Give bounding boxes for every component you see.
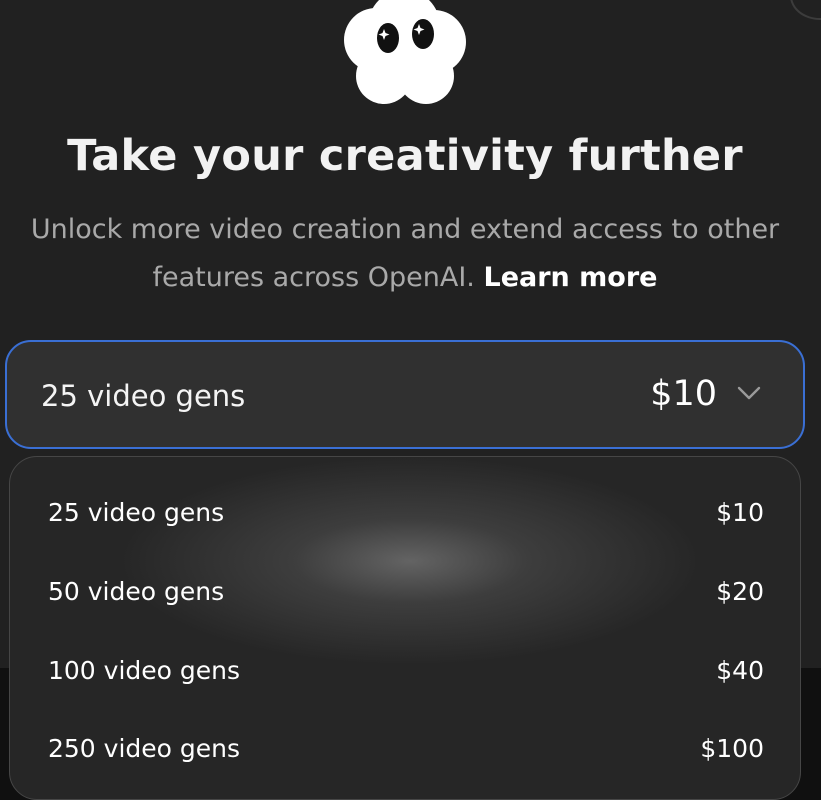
page-title: Take your creativity further bbox=[67, 131, 743, 181]
selected-option-price: $10 bbox=[650, 374, 717, 414]
page-subtitle: Unlock more video creation and extend ac… bbox=[0, 206, 810, 302]
option-label: 50 video gens bbox=[48, 577, 225, 606]
learn-more-link[interactable]: Learn more bbox=[484, 262, 658, 293]
option-250-video-gens[interactable]: 250 video gens $100 bbox=[10, 720, 800, 780]
options-dropdown: 25 video gens $10 50 video gens $20 100 … bbox=[9, 456, 801, 800]
option-25-video-gens[interactable]: 25 video gens $10 bbox=[10, 484, 800, 544]
chevron-down-icon bbox=[737, 386, 761, 400]
option-label: 100 video gens bbox=[48, 656, 241, 685]
option-price: $40 bbox=[716, 656, 764, 685]
option-price: $100 bbox=[700, 734, 764, 763]
option-label: 25 video gens bbox=[48, 498, 225, 527]
selected-option-label: 25 video gens bbox=[41, 379, 246, 413]
mascot-cloud-icon bbox=[344, 0, 466, 104]
video-gens-select[interactable]: 25 video gens $10 bbox=[5, 340, 805, 449]
close-button-edge[interactable] bbox=[790, 0, 821, 20]
option-price: $10 bbox=[716, 498, 764, 527]
option-price: $20 bbox=[716, 577, 764, 606]
subtitle-text: Unlock more video creation and extend ac… bbox=[30, 214, 780, 293]
option-label: 250 video gens bbox=[48, 734, 241, 763]
option-100-video-gens[interactable]: 100 video gens $40 bbox=[10, 642, 800, 702]
option-50-video-gens[interactable]: 50 video gens $20 bbox=[10, 563, 800, 623]
